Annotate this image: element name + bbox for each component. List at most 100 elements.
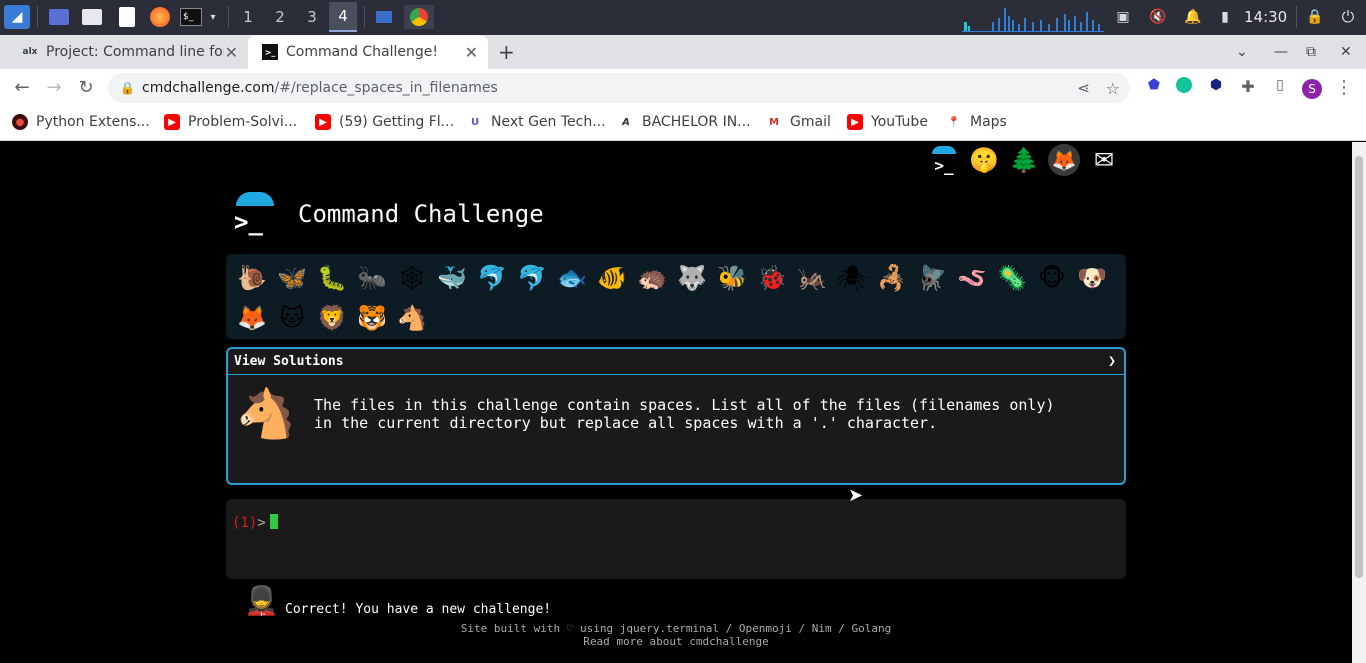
mail-icon[interactable]: ✉ (1088, 144, 1120, 176)
challenge-animal-icon[interactable]: 🐵 (1032, 258, 1072, 298)
bell-icon[interactable]: 🔔 (1184, 5, 1202, 29)
footer-about-link[interactable]: Read more about cmdchallenge (0, 635, 1352, 648)
workspace-2[interactable]: 2 (266, 5, 294, 29)
restore-icon[interactable]: ⧉ (1306, 35, 1324, 69)
guard-icon: 💂 (244, 584, 279, 617)
challenge-animal-icon[interactable]: 🐺 (672, 258, 712, 298)
footer: Site built with ♡ using jquery.terminal … (0, 622, 1352, 648)
challenge-animal-icon[interactable]: 🐠 (592, 258, 632, 298)
tab-project-command-line[interactable]: alx Project: Command line for ✕ (8, 35, 248, 69)
challenge-animal-icon[interactable]: 🦔 (632, 258, 672, 298)
youtube-icon: ▶ (847, 114, 863, 130)
side-panel-icon[interactable]: ▯ (1268, 77, 1292, 93)
tree-icon[interactable]: 🌲 (1008, 144, 1040, 176)
text-editor-icon[interactable] (115, 5, 139, 29)
footer-credits[interactable]: Site built with ♡ using jquery.terminal … (0, 622, 1352, 635)
challenge-animal-icon[interactable]: 🦁 (312, 298, 352, 338)
page-content: >_ 🤫 🌲 🦊 ✉ >_ Command Challenge 🐌 🦋 🐛 🐜 🕸 🐳 🐬 🐬… (0, 142, 1352, 663)
challenge-animal-icon[interactable]: 🐟 (552, 258, 592, 298)
window-folder-icon[interactable] (372, 5, 396, 29)
forward-icon[interactable]: → (42, 77, 66, 98)
challenge-animal-icon[interactable]: 🦋 (272, 258, 312, 298)
volume-muted-icon[interactable]: 🔇 (1148, 5, 1168, 29)
challenge-animal-icon[interactable]: 🐞 (752, 258, 792, 298)
challenge-animal-grid: 🐌 🦋 🐛 🐜 🕸 🐳 🐬 🐬 🐟 🐠 🦔 🐺 🐝 🐞 🦗 🕷 🦂 🪰 🪱 🦠 🐵 🐶 🦊 🐱 🦁 🐯 🐴 (226, 254, 1126, 339)
file-manager-icon[interactable] (80, 5, 104, 29)
workspace-4[interactable]: 4 (329, 2, 357, 32)
grammarly-icon[interactable] (1172, 77, 1196, 98)
share-icon[interactable]: ⋖ (1077, 79, 1090, 97)
bookmark-youtube[interactable]: ▶ YouTube (847, 114, 928, 130)
challenge-animal-icon[interactable]: 🐛 (312, 258, 352, 298)
challenge-animal-icon[interactable]: 🐯 (352, 298, 392, 338)
challenge-animal-icon[interactable]: 🕸 (392, 258, 432, 298)
challenge-animal-icon[interactable]: 🦠 (992, 258, 1032, 298)
battery-icon[interactable]: ▮ (1218, 5, 1232, 29)
lock-icon[interactable]: 🔒 (1306, 5, 1324, 29)
top-icon-links: >_ 🤫 🌲 🦊 ✉ (928, 144, 1120, 176)
bookmark-getting-fl[interactable]: ▶ (59) Getting Fl... (315, 114, 454, 130)
extension-hex-icon[interactable]: ⬢ (1204, 77, 1228, 93)
gitlab-icon[interactable]: 🦊 (1048, 144, 1080, 176)
bookmark-bachelor[interactable]: A BACHELOR IN... (618, 114, 750, 130)
challenge-animal-icon[interactable]: 🦊 (232, 298, 272, 338)
bookmark-maps[interactable]: 📍 Maps (946, 114, 1007, 130)
bookmark-gmail[interactable]: M Gmail (766, 114, 831, 130)
challenge-animal-icon[interactable]: 🐬 (512, 258, 552, 298)
terminal-app-icon[interactable]: $_ (178, 5, 204, 29)
profile-avatar[interactable]: S (1300, 77, 1324, 99)
bookmark-next-gen-tech[interactable]: U Next Gen Tech... (467, 114, 606, 130)
challenge-animal-icon[interactable]: 🐳 (432, 258, 472, 298)
url-text[interactable]: cmdchallenge.com/#/replace_spaces_in_fil… (142, 80, 498, 96)
bookmark-problem-solving[interactable]: ▶ Problem-Solvi... (164, 114, 297, 130)
scrollbar-thumb[interactable] (1355, 156, 1363, 578)
screen-icon[interactable]: ▣ (1113, 5, 1133, 29)
view-solutions-toggle[interactable]: View Solutions ❯ (228, 349, 1124, 375)
terminal-cursor[interactable] (269, 514, 278, 529)
challenge-animal-icon[interactable]: 🐴 (392, 298, 432, 338)
chrome-window-icon[interactable] (404, 5, 434, 29)
challenge-animal-icon[interactable]: 🐜 (352, 258, 392, 298)
bookmarks-bar: ● Python Extens... ▶ Problem-Solvi... ▶ (59… (0, 107, 1366, 141)
challenge-animal-icon[interactable]: 🪱 (952, 258, 992, 298)
challenge-animal-icon[interactable]: 🦂 (872, 258, 912, 298)
challenge-animal-icon[interactable]: 🐝 (712, 258, 752, 298)
tab-command-challenge[interactable]: >_ Command Challenge! ✕ (248, 35, 488, 69)
terminal[interactable]: (1)> (226, 499, 1126, 579)
bookmark-python-extension[interactable]: ● Python Extens... (12, 114, 150, 130)
bookmark-star-icon[interactable]: ☆ (1106, 79, 1120, 98)
tab-close-icon[interactable]: ✕ (225, 43, 238, 62)
new-tab-button[interactable]: + (498, 35, 522, 69)
desktop-icon[interactable] (47, 5, 71, 29)
extensions-puzzle-icon[interactable]: ✚ (1236, 77, 1260, 96)
workspace-1[interactable]: 1 (234, 5, 262, 29)
extension-badge-icon[interactable]: ⬟ (1142, 77, 1166, 93)
os-taskbar: ◢ $_ ▾ 1 2 3 4 ▣ 🔇 🔔 ▮ 14:30 🔒 ⏻ (0, 0, 1366, 35)
power-icon[interactable]: ⏻ (1338, 5, 1358, 29)
challenge-animal-icon[interactable]: 🕷 (832, 258, 872, 298)
minimize-icon[interactable]: — (1274, 35, 1292, 69)
app-menu-icon[interactable]: ◢ (4, 5, 30, 29)
lock-icon[interactable]: 🔒 (120, 81, 135, 95)
reload-icon[interactable]: ↻ (74, 77, 98, 98)
firefox-icon[interactable] (148, 5, 172, 29)
terminal-icon[interactable]: >_ (928, 144, 960, 176)
challenge-animal-icon[interactable]: 🪰 (912, 258, 952, 298)
challenge-animal-icon[interactable]: 🦗 (792, 258, 832, 298)
challenge-animal-icon[interactable]: 🐱 (272, 298, 312, 338)
horse-icon: 🐴 (236, 386, 296, 442)
tab-search-chevron-icon[interactable]: ⌄ (1236, 35, 1254, 69)
workspace-3[interactable]: 3 (298, 5, 326, 29)
challenge-animal-icon[interactable]: 🐬 (472, 258, 512, 298)
challenge-animal-icon[interactable]: 🐶 (1072, 258, 1112, 298)
shushing-face-icon[interactable]: 🤫 (968, 144, 1000, 176)
chevron-down-icon[interactable]: ▾ (206, 5, 220, 29)
menu-kebab-icon[interactable]: ⋮ (1332, 77, 1356, 98)
vertical-scrollbar[interactable] (1352, 142, 1366, 663)
clock[interactable]: 14:30 (1244, 8, 1287, 26)
close-window-icon[interactable]: ✕ (1340, 35, 1358, 69)
omnibox[interactable]: 🔒 cmdchallenge.com/#/replace_spaces_in_f… (108, 73, 1130, 103)
tab-close-icon[interactable]: ✕ (465, 43, 478, 62)
challenge-animal-icon[interactable]: 🐌 (232, 258, 272, 298)
back-icon[interactable]: ← (10, 77, 34, 98)
